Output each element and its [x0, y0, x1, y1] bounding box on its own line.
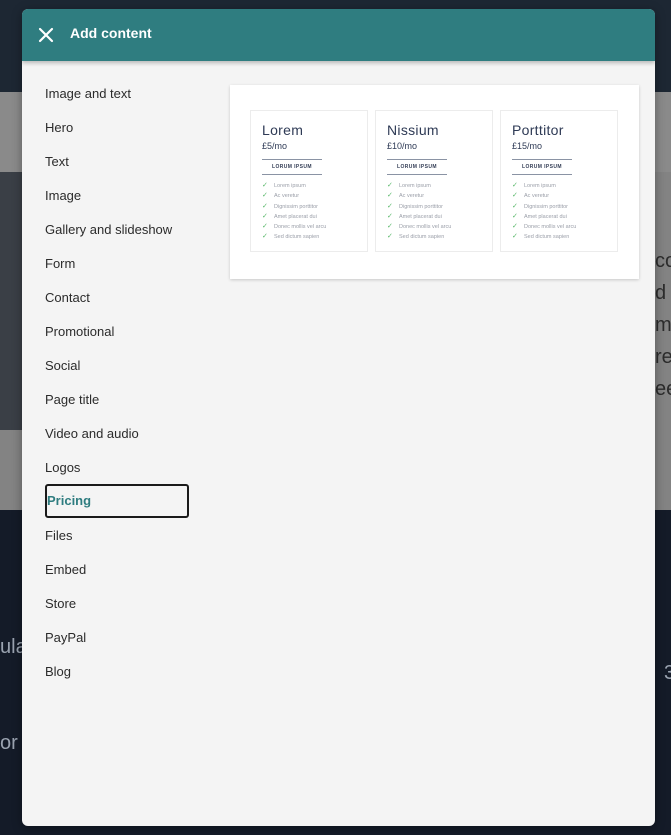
content-type-pricing[interactable]: Pricing — [45, 484, 189, 518]
check-icon: ✓ — [512, 223, 518, 231]
background-text: m — [655, 314, 671, 336]
plan-name: Porttitor — [512, 122, 564, 138]
feature-list: ✓ Lorem ipsum ✓ Ac veretur ✓ Dignissim port… — [262, 181, 326, 243]
check-icon: ✓ — [262, 233, 268, 241]
feature-item: ✓ Ac veretur — [262, 191, 326, 201]
feature-item: ✓ Donec mollis vel arcu — [387, 222, 451, 232]
plan-price: £5/mo — [262, 141, 288, 151]
content-type-gallery-and-slideshow[interactable]: Gallery and slideshow — [45, 213, 189, 247]
modal-header: Add content — [22, 9, 655, 61]
check-icon: ✓ — [512, 202, 518, 210]
check-icon: ✓ — [512, 233, 518, 241]
check-icon: ✓ — [262, 182, 268, 189]
feature-item: ✓ Ac veretur — [387, 191, 451, 201]
content-type-files[interactable]: Files — [45, 519, 189, 553]
background-text: or — [0, 732, 18, 754]
background-text: rec — [655, 346, 671, 368]
background-text: d — [655, 282, 667, 304]
content-type-paypal[interactable]: PayPal — [45, 621, 189, 655]
feature-item: ✓ Donec mollis vel arcu — [262, 222, 326, 232]
pricing-card: Lorem £5/mo LORUM IPSUM ✓ Lorem ipsum ✓ Ac… — [250, 110, 368, 252]
check-icon: ✓ — [387, 182, 393, 189]
background-text: 3 — [664, 662, 671, 684]
check-icon: ✓ — [512, 182, 518, 189]
content-type-page-title[interactable]: Page title — [45, 383, 189, 417]
check-icon: ✓ — [387, 192, 393, 200]
feature-item: ✓ Dignissim porttitor — [262, 202, 326, 212]
content-type-store[interactable]: Store — [45, 587, 189, 621]
plan-button: LORUM IPSUM — [387, 159, 447, 175]
content-type-form[interactable]: Form — [45, 247, 189, 281]
check-icon: ✓ — [262, 223, 268, 231]
pricing-card: Nissium £10/mo LORUM IPSUM ✓ Lorem ipsum … — [375, 110, 493, 252]
check-icon: ✓ — [387, 202, 393, 210]
feature-list: ✓ Lorem ipsum ✓ Ac veretur ✓ Dignissim port… — [512, 181, 576, 243]
content-type-image[interactable]: Image — [45, 179, 189, 213]
close-icon[interactable] — [34, 23, 58, 47]
content-type-embed[interactable]: Embed — [45, 553, 189, 587]
check-icon: ✓ — [262, 212, 268, 220]
feature-item: ✓ Lorem ipsum — [262, 181, 326, 191]
content-type-video-and-audio[interactable]: Video and audio — [45, 417, 189, 451]
check-icon: ✓ — [387, 233, 393, 241]
feature-item: ✓ Sed dictum sapien — [387, 232, 451, 242]
content-type-logos[interactable]: Logos — [45, 451, 189, 485]
add-content-modal: Add content Image and text Hero Text Ima… — [22, 9, 655, 826]
feature-item: ✓ Amet placerat dui — [262, 212, 326, 222]
plan-price: £15/mo — [512, 141, 543, 151]
plan-button: LORUM IPSUM — [512, 159, 572, 175]
feature-list: ✓ Lorem ipsum ✓ Ac veretur ✓ Dignissim port… — [387, 181, 451, 243]
feature-item: ✓ Sed dictum sapien — [512, 232, 576, 242]
content-type-promotional[interactable]: Promotional — [45, 315, 189, 349]
content-type-hero[interactable]: Hero — [45, 111, 189, 145]
check-icon: ✓ — [512, 192, 518, 200]
feature-item: ✓ Sed dictum sapien — [262, 232, 326, 242]
plan-button: LORUM IPSUM — [262, 159, 322, 175]
feature-item: ✓ Lorem ipsum — [387, 181, 451, 191]
pricing-card: Porttitor £15/mo LORUM IPSUM ✓ Lorem ipsu… — [500, 110, 618, 252]
feature-item: ✓ Dignissim porttitor — [387, 202, 451, 212]
background-text: ee — [655, 378, 671, 400]
plan-price: £10/mo — [387, 141, 418, 151]
plan-name: Lorem — [262, 122, 304, 138]
modal-title: Add content — [70, 25, 152, 41]
plan-name: Nissium — [387, 122, 439, 138]
content-type-social[interactable]: Social — [45, 349, 189, 383]
check-icon: ✓ — [262, 192, 268, 200]
pricing-template-preview[interactable]: Lorem £5/mo LORUM IPSUM ✓ Lorem ipsum ✓ Ac… — [230, 85, 639, 279]
feature-item: ✓ Lorem ipsum — [512, 181, 576, 191]
feature-item: ✓ Donec mollis vel arcu — [512, 222, 576, 232]
content-type-text[interactable]: Text — [45, 145, 189, 179]
feature-item: ✓ Amet placerat dui — [512, 212, 576, 222]
feature-item: ✓ Amet placerat dui — [387, 212, 451, 222]
content-type-blog[interactable]: Blog — [45, 655, 189, 689]
background-text: co — [655, 250, 671, 272]
check-icon: ✓ — [387, 212, 393, 220]
check-icon: ✓ — [387, 223, 393, 231]
check-icon: ✓ — [512, 212, 518, 220]
content-type-image-and-text[interactable]: Image and text — [45, 77, 189, 111]
feature-item: ✓ Ac veretur — [512, 191, 576, 201]
feature-item: ✓ Dignissim porttitor — [512, 202, 576, 212]
check-icon: ✓ — [262, 202, 268, 210]
content-type-contact[interactable]: Contact — [45, 281, 189, 315]
